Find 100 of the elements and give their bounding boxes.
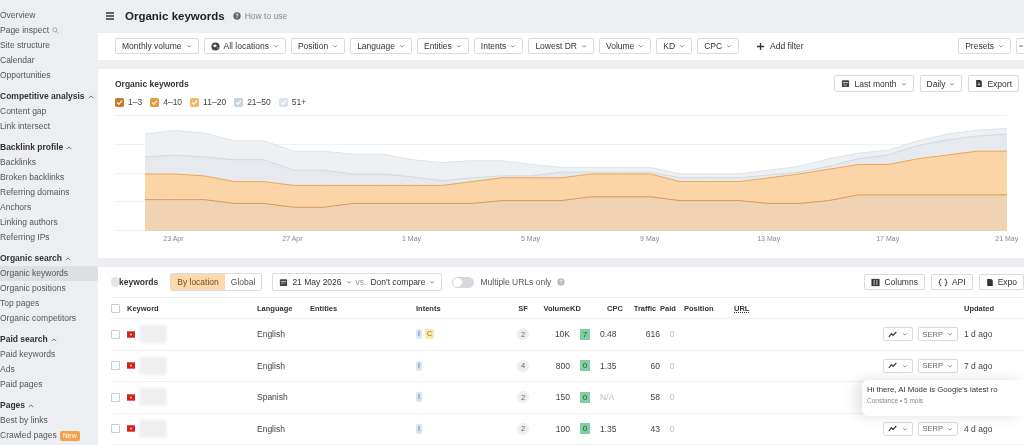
table-cell-text: 616 [644, 329, 660, 340]
table-cell-text: 43 [649, 423, 660, 434]
kd-score: 7 [579, 328, 591, 340]
sidebar-item[interactable]: Overview [0, 8, 98, 23]
sidebar-item[interactable]: Paid keywords [0, 347, 98, 362]
table-cell-text: 4 d ago [964, 423, 994, 434]
scope-tab[interactable]: By location [171, 274, 225, 290]
sidebar-item[interactable]: Backlinks [0, 155, 98, 170]
api-button[interactable]: API [930, 274, 973, 290]
chevron-down-icon [455, 43, 462, 50]
compare-dropdown[interactable]: Don't compare [370, 277, 426, 287]
vs-label: vs. [355, 277, 367, 287]
filter-dropdown[interactable]: Lowest DR [528, 38, 594, 55]
caret-icon [64, 255, 71, 262]
sidebar-heading[interactable]: Paid search [0, 332, 98, 347]
sidebar-item[interactable]: Organic competitors [0, 311, 98, 326]
sidebar-item[interactable]: Referring domains [0, 185, 98, 200]
checkbox[interactable] [111, 424, 120, 434]
table-cell-text: 1 d ago [964, 329, 994, 340]
calendar-icon [841, 79, 851, 89]
filter-dropdown[interactable]: KD [656, 38, 693, 55]
sidebar-item[interactable]: Best by links [0, 413, 98, 428]
checkbox[interactable] [111, 392, 120, 402]
filter-dropdown[interactable]: CPC [697, 38, 740, 55]
chevron-down-icon [398, 43, 405, 50]
filter-dropdown[interactable]: Language [350, 38, 412, 55]
legend-item[interactable]: 51+ [278, 97, 307, 108]
sidebar-heading[interactable]: Pages [0, 398, 98, 413]
table-cell-text: English [257, 423, 286, 434]
table-cell-text: N/A [600, 392, 616, 403]
table-cell-text: 100 [554, 423, 570, 434]
legend-checkbox[interactable] [190, 97, 200, 107]
filter-dropdown[interactable]: Position [290, 38, 346, 55]
sidebar-item[interactable]: Link intersect [0, 119, 98, 134]
menu-icon[interactable] [105, 11, 115, 22]
chevron-down-icon [998, 43, 1004, 50]
legend-checkbox[interactable] [115, 97, 124, 107]
checkbox[interactable] [111, 329, 120, 339]
sidebar-heading[interactable]: Competitive analysis [0, 89, 98, 104]
chevron-down-icon [726, 43, 733, 50]
date-dropdown[interactable]: 21 May 2026 [292, 277, 342, 287]
toggle-switch[interactable] [452, 276, 475, 288]
legend-item[interactable]: 4–10 [150, 97, 183, 108]
legend-item[interactable]: 21–50 [234, 97, 271, 108]
table-cell-text: 150 [554, 392, 570, 403]
sidebar-item[interactable]: Broken backlinks [0, 170, 98, 185]
export-button[interactable]: Expo [978, 274, 1024, 290]
filter-dropdown[interactable]: All locations [203, 38, 286, 55]
help-icon [232, 12, 241, 21]
help-icon[interactable] [557, 278, 566, 286]
filter-dropdown[interactable]: Volume [598, 38, 652, 55]
presets-dropdown[interactable]: Presets [958, 38, 1011, 55]
sidebar-item[interactable]: Page inspect [0, 23, 98, 38]
legend-item[interactable]: 1–3 [115, 97, 143, 108]
sidebar-item[interactable]: Anchors [0, 200, 98, 215]
table-cell-text: 0 [668, 360, 676, 371]
kd-score: 0 [579, 360, 591, 372]
sidebar-item[interactable]: Linking authors [0, 215, 98, 230]
legend-checkbox[interactable] [150, 97, 160, 107]
legend-checkbox[interactable] [278, 97, 288, 107]
globe-icon [210, 41, 220, 51]
sidebar-item[interactable]: Top pages [0, 296, 98, 311]
table-cell-text: 0 [668, 329, 676, 340]
sidebar-heading[interactable]: Backlink profile [0, 140, 98, 155]
checkbox[interactable] [111, 303, 120, 313]
sidebar-item[interactable]: Opportunities [0, 68, 98, 83]
period-dropdown[interactable]: Last month [834, 75, 914, 93]
caret-icon [66, 144, 73, 151]
trend-dropdown[interactable] [882, 327, 913, 342]
trend-line-icon [887, 362, 898, 370]
sidebar-item[interactable]: Site structure [0, 38, 98, 53]
sidebar-item[interactable]: Calendar [0, 53, 98, 68]
interval-dropdown[interactable]: Daily [919, 75, 963, 93]
sidebar-item[interactable]: Content gap [0, 104, 98, 119]
more-button[interactable] [1016, 38, 1024, 55]
filter-dropdown[interactable]: Entities [416, 38, 469, 55]
filter-dropdown[interactable]: Monthly volume [115, 38, 199, 55]
table-cell-text: 60 [649, 360, 660, 371]
sidebar-item[interactable]: Referring IPs [0, 230, 98, 245]
checkbox[interactable] [111, 361, 120, 371]
sidebar-item[interactable]: Organic keywords [0, 266, 98, 281]
chevron-down-icon [947, 331, 953, 338]
caret-icon [87, 93, 94, 100]
columns-button[interactable]: Columns [864, 274, 925, 290]
legend-item[interactable]: 11–20 [190, 97, 227, 108]
sidebar-item[interactable]: Organic positions [0, 281, 98, 296]
trend-dropdown[interactable] [882, 358, 913, 373]
filter-dropdown[interactable]: Intents [473, 38, 524, 55]
chevron-down-icon [949, 80, 956, 87]
trend-dropdown[interactable] [882, 421, 913, 436]
sidebar-item[interactable]: Paid pages [0, 377, 98, 392]
table-cell-text: Spanish [257, 392, 289, 403]
legend-checkbox[interactable] [234, 97, 244, 107]
export-button[interactable]: Export [968, 75, 1019, 93]
caret-icon [50, 336, 57, 343]
table-title: keywords [119, 277, 159, 287]
sidebar-item[interactable]: Ads [0, 362, 98, 377]
sidebar-heading[interactable]: Organic search [0, 251, 98, 266]
table-cell-text: 0 [668, 392, 676, 403]
add-filter-button[interactable]: Add filter [750, 40, 810, 53]
